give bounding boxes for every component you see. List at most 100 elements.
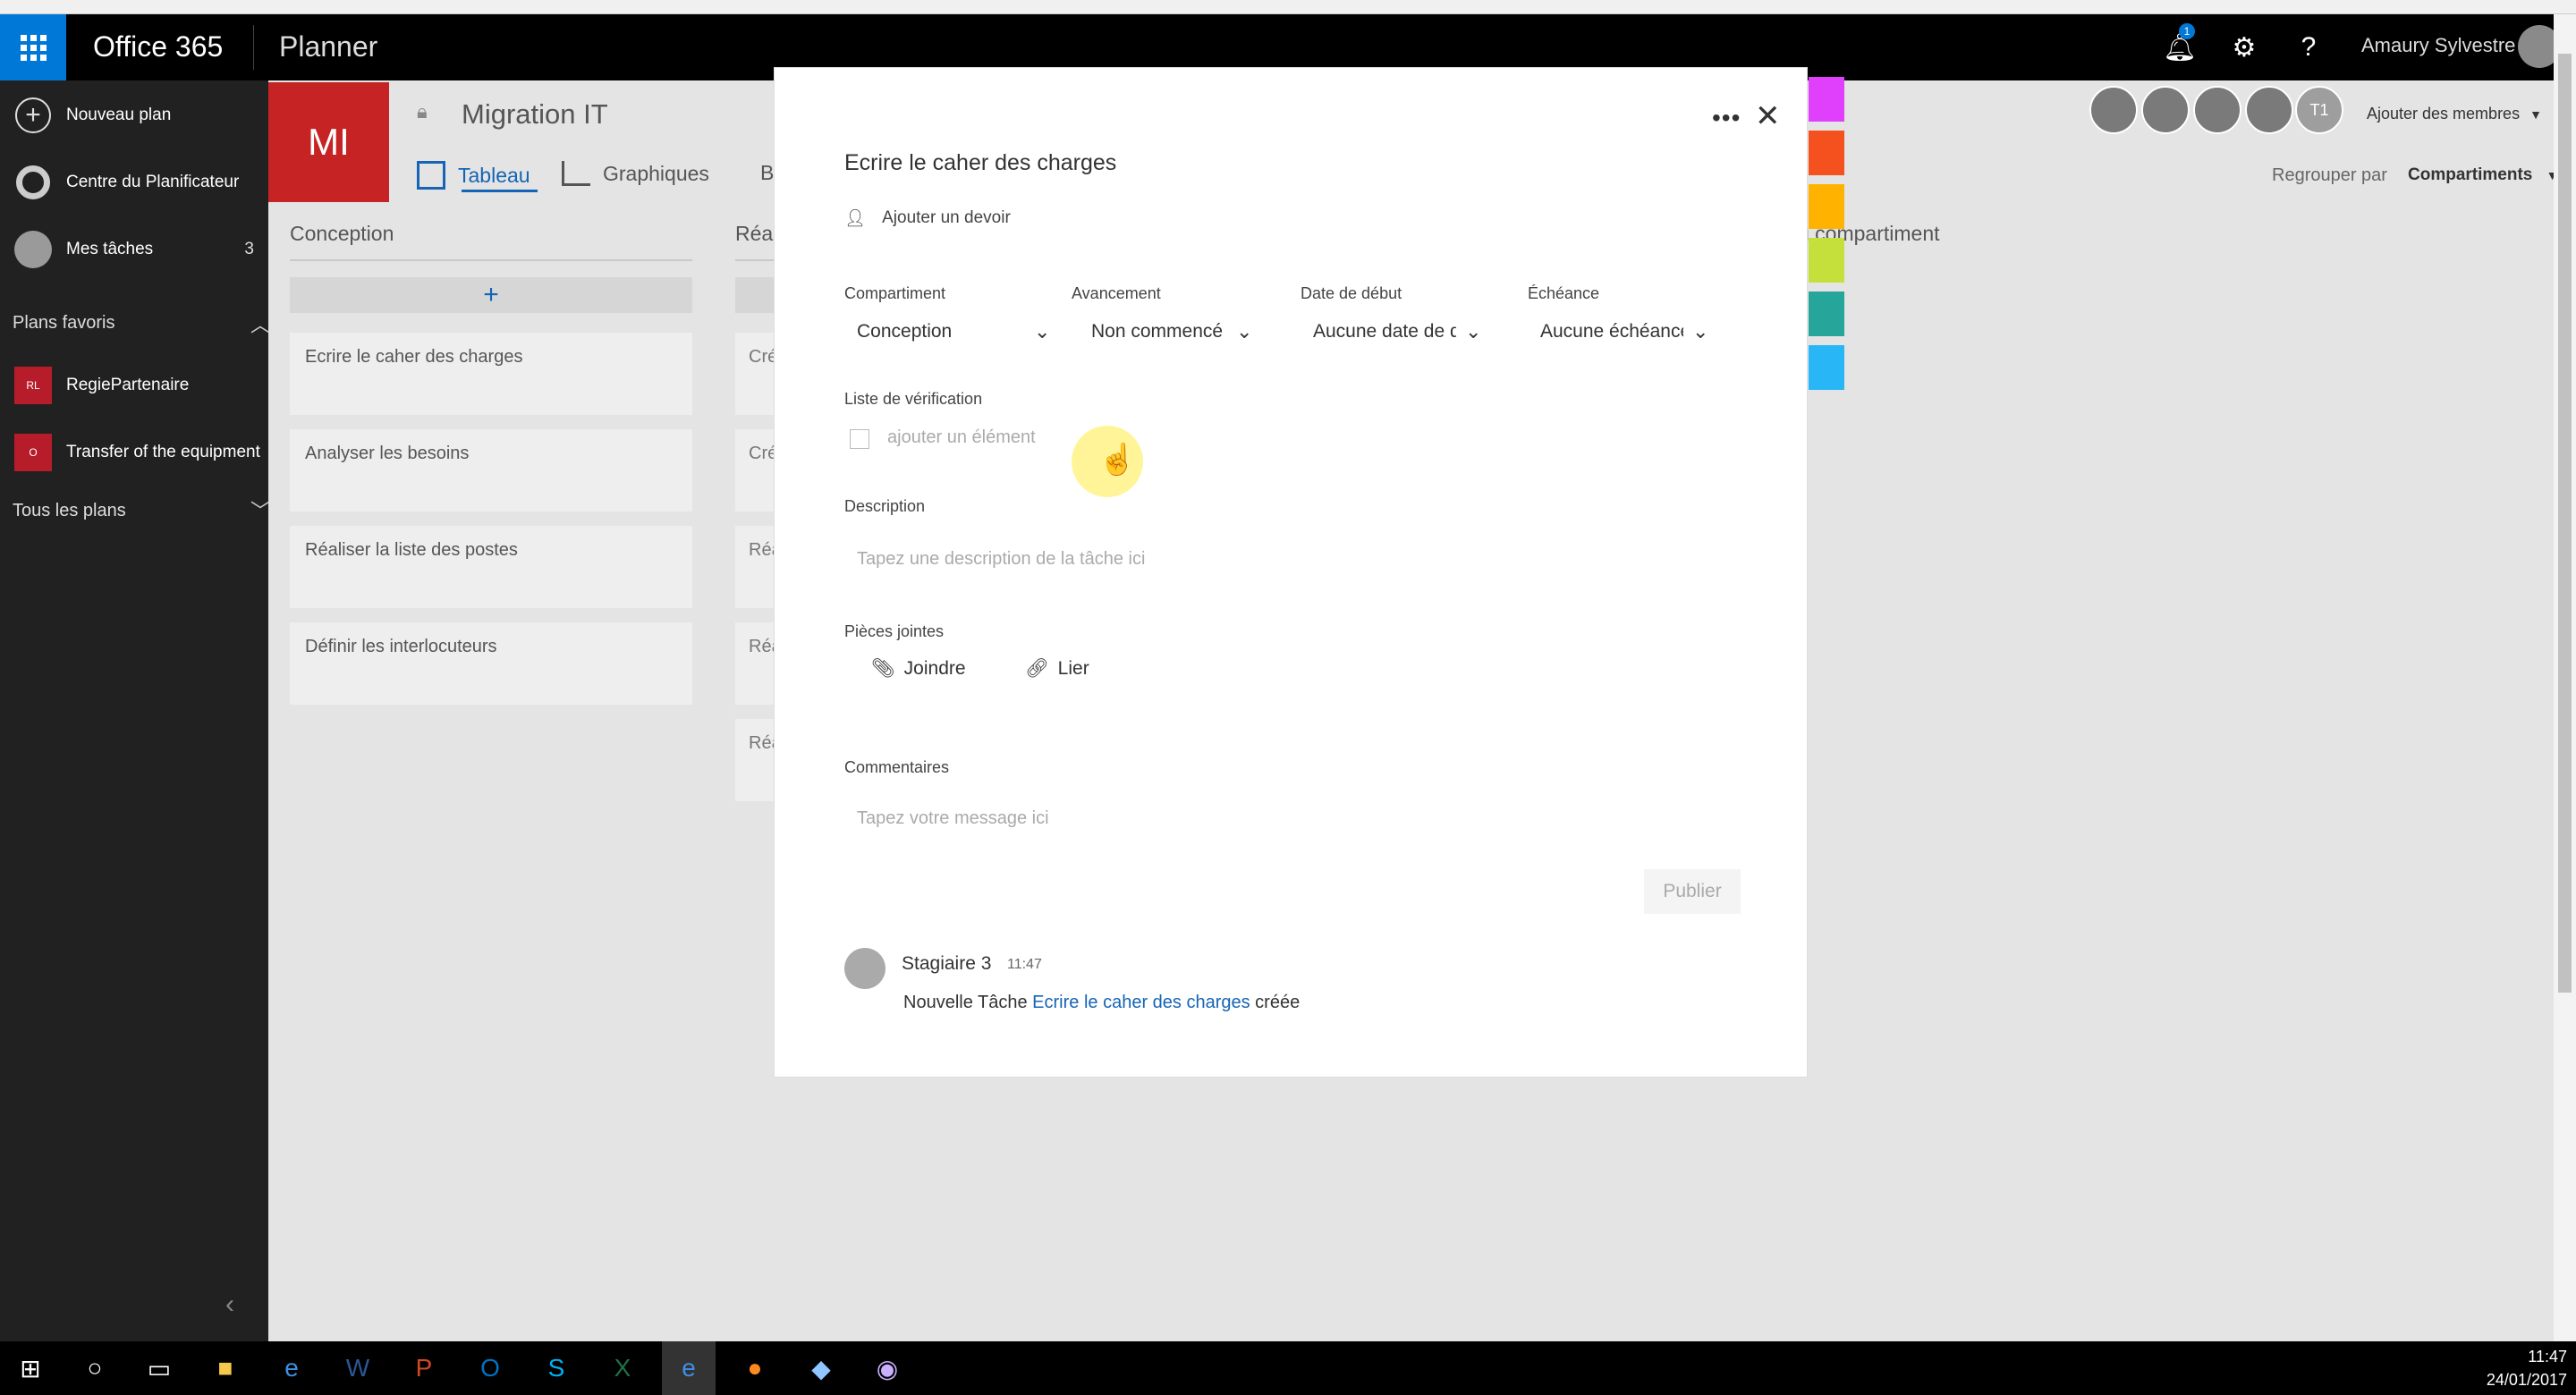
favorite-plan-transfer[interactable]: O Transfer of the equipment <box>0 421 268 484</box>
paperclip-icon: 📎︎ <box>871 658 895 679</box>
start-button[interactable]: ⊞ <box>4 1341 57 1395</box>
favorites-header[interactable]: Plans favoris ︿ <box>13 313 270 340</box>
due-date-label: Échéance <box>1528 284 1600 302</box>
task-card[interactable]: Analyser les besoins <box>290 429 692 512</box>
chevron-down-icon: ⌄ <box>1034 320 1051 342</box>
task-card[interactable]: Réa <box>735 719 780 801</box>
bucket-color-swatch <box>1809 184 1844 229</box>
member-avatar-initials[interactable]: T1 <box>2295 86 2343 134</box>
task-card[interactable]: Cré <box>735 333 780 415</box>
close-button[interactable]: ✕ <box>1755 98 1781 134</box>
skype-icon: S <box>547 1354 565 1382</box>
task-view-button[interactable]: ▭ <box>132 1341 186 1395</box>
outlook-button[interactable]: O <box>463 1341 517 1395</box>
activity-task-link[interactable]: Ecrire le caher des charges <box>1032 993 1250 1012</box>
start-date-picker[interactable]: Aucune date de début ⌄ <box>1313 320 1481 343</box>
notes-icon: ◆ <box>811 1354 831 1382</box>
comment-input[interactable]: Tapez votre message ici <box>857 808 1733 829</box>
tab-board[interactable]: Tableau <box>417 161 530 190</box>
planner-hub-link[interactable]: Centre du Planificateur <box>0 151 268 214</box>
edge-icon: e <box>284 1354 299 1382</box>
word-button[interactable]: W <box>331 1341 385 1395</box>
close-icon: ✕ <box>1755 99 1781 133</box>
help-button[interactable]: ? <box>2275 14 2342 80</box>
member-avatar[interactable] <box>2193 86 2241 134</box>
user-name[interactable]: Amaury Sylvestre <box>2361 34 2515 57</box>
all-plans-label: Tous les plans <box>13 501 126 520</box>
settings-button[interactable]: ⚙ <box>2211 14 2277 80</box>
search-button[interactable]: ○ <box>68 1341 122 1395</box>
progress-field-label: Avancement <box>1072 284 1161 302</box>
collapse-sidebar-button[interactable]: ‹ <box>225 1289 234 1320</box>
notification-badge: 1 <box>2179 23 2195 39</box>
bucket-dropdown-value: Conception <box>857 321 953 342</box>
plan-initials-tile: MI <box>268 82 389 202</box>
plus-circle-icon: + <box>15 97 51 133</box>
scrollbar-thumb[interactable] <box>2558 54 2572 993</box>
description-input[interactable]: Tapez une description de la tâche ici <box>857 549 1733 570</box>
more-options-button[interactable]: ••• <box>1712 104 1741 132</box>
member-avatar[interactable] <box>2089 86 2138 134</box>
assign-button[interactable]: 👤︎ Ajouter un devoir <box>844 207 1011 229</box>
member-avatar[interactable] <box>2245 86 2293 134</box>
bucket-name[interactable]: Réal <box>735 222 777 246</box>
media-app-button[interactable]: ◉ <box>860 1341 914 1395</box>
task-title[interactable]: Ecrire le caher des charges <box>844 150 1116 176</box>
tab-schedule[interactable]: B <box>760 161 774 185</box>
tab-charts[interactable]: Graphiques <box>562 161 709 186</box>
gear-icon: ⚙ <box>2232 32 2257 63</box>
add-link-button[interactable]: 🔗︎ Lier <box>1025 658 1089 680</box>
group-by-dropdown[interactable]: Compartiments ▼ <box>2408 165 2559 185</box>
edge-button[interactable]: e <box>265 1341 318 1395</box>
bucket-color-swatch <box>1809 131 1844 175</box>
new-plan-button[interactable]: + Nouveau plan <box>0 84 268 147</box>
my-tasks-count: 3 <box>244 240 254 258</box>
add-members-button[interactable]: Ajouter des membres ▼ <box>2367 105 2542 123</box>
waffle-icon <box>20 34 47 61</box>
bucket-name[interactable]: Conception <box>290 222 394 246</box>
file-explorer-button[interactable]: ■ <box>199 1341 252 1395</box>
attach-file-button[interactable]: 📎︎ Joindre <box>871 658 966 680</box>
task-card[interactable]: Réa <box>735 622 780 705</box>
all-plans-header[interactable]: Tous les plans ﹀ <box>13 500 270 528</box>
progress-dropdown[interactable]: Non commencé ⌄ <box>1091 320 1252 343</box>
favorite-plan-regiepartenaire[interactable]: RL RegiePartenaire <box>0 354 268 417</box>
add-person-icon: 👤︎ <box>844 209 867 228</box>
internet-explorer-button[interactable]: e <box>662 1341 716 1395</box>
chevron-down-icon: ⌄ <box>1465 320 1482 342</box>
task-card[interactable]: Réaliser la liste des postes <box>290 526 692 608</box>
task-card[interactable]: Cré <box>735 429 780 512</box>
active-tab-indicator <box>462 190 538 192</box>
plan-badge: RL <box>14 367 52 404</box>
chevron-down-icon: ⌄ <box>1692 320 1709 342</box>
activity-suffix: créée <box>1250 993 1301 1012</box>
excel-button[interactable]: X <box>596 1341 649 1395</box>
clock-time: 11:47 <box>2528 1348 2567 1365</box>
skype-button[interactable]: S <box>530 1341 583 1395</box>
bucket-dropdown[interactable]: Conception ⌄ <box>857 320 1050 343</box>
task-card[interactable]: Réa <box>735 526 780 608</box>
notifications-button[interactable]: 🔔︎ <box>2147 14 2213 80</box>
checklist-input[interactable]: ajouter un élément <box>887 427 1036 448</box>
publish-button[interactable]: Publier <box>1644 869 1741 914</box>
hub-icon <box>16 165 50 199</box>
add-task-button[interactable]: + <box>290 277 692 313</box>
app-launcher-button[interactable] <box>0 14 66 80</box>
task-card[interactable]: Définir les interlocuteurs <box>290 622 692 705</box>
system-clock[interactable]: 11:47 24/01/2017 <box>2481 1345 2567 1391</box>
new-plan-label: Nouveau plan <box>66 106 172 124</box>
due-date-picker[interactable]: Aucune échéance ⌄ <box>1540 320 1708 343</box>
word-icon: W <box>345 1354 370 1382</box>
my-tasks-link[interactable]: Mes tâches 3 <box>0 218 268 281</box>
bucket-color-swatch <box>1809 77 1844 122</box>
attach-label: Joindre <box>903 658 966 679</box>
suite-title[interactable]: Office 365 <box>93 30 223 63</box>
firefox-button[interactable]: ● <box>728 1341 782 1395</box>
checklist-checkbox[interactable] <box>850 429 869 449</box>
member-avatar[interactable] <box>2141 86 2190 134</box>
powerpoint-button[interactable]: P <box>397 1341 451 1395</box>
notes-button[interactable]: ◆ <box>794 1341 848 1395</box>
task-card[interactable]: Ecrire le caher des charges <box>290 333 692 415</box>
app-title[interactable]: Planner <box>279 30 377 63</box>
internet-explorer-icon: e <box>682 1354 696 1382</box>
